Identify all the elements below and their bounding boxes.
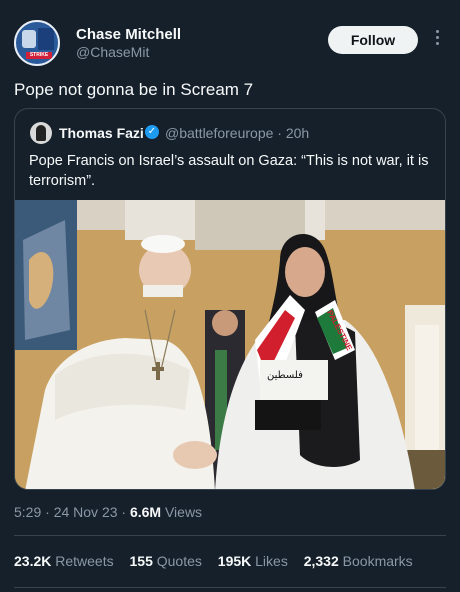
retweets-label: Retweets [55, 553, 114, 569]
engagement-stats: 23.2K Retweets 155 Quotes 195K Likes 2,3… [14, 553, 425, 569]
scarf-arabic-text: فلسطين [267, 370, 303, 381]
tweet-text: Pope not gonna be in Scream 7 [14, 80, 254, 99]
divider [14, 587, 446, 588]
quoted-tweet[interactable]: Thomas Fazi ✓ @battleforeurope · 20h Pop… [14, 108, 446, 490]
quotes-count: 155 [129, 553, 153, 569]
likes-stat[interactable]: 195K Likes [218, 553, 288, 569]
quoted-author-name[interactable]: Thomas Fazi [59, 125, 144, 141]
quoted-author-avatar[interactable] [30, 122, 52, 144]
author-avatar[interactable]: STRIKE [14, 20, 60, 66]
author-handle[interactable]: @ChaseMit [76, 44, 149, 60]
views-label: Views [164, 504, 203, 520]
divider [14, 535, 446, 536]
quoted-tweet-photo[interactable]: PALESTINE فلسطين [15, 200, 445, 489]
author-name[interactable]: Chase Mitchell [76, 26, 181, 43]
photo-illustration: PALESTINE فلسطين [15, 200, 445, 489]
more-options-icon[interactable] [434, 28, 440, 48]
tweet-time[interactable]: 5:29 · 24 Nov 23 · [14, 504, 126, 520]
follow-button[interactable]: Follow [328, 26, 418, 54]
quoted-tweet-time: · 20h [277, 125, 310, 141]
tweet-timestamp: 5:29 · 24 Nov 23 · 6.6M Views [14, 504, 202, 520]
likes-count: 195K [217, 553, 252, 569]
tweet-header: STRIKE Chase Mitchell @ChaseMit Follow [14, 20, 446, 70]
quotes-stat[interactable]: 155 Quotes [130, 553, 202, 569]
quotes-label: Quotes [156, 553, 202, 569]
avatar-label: STRIKE [26, 52, 52, 59]
views-count: 6.6M [129, 504, 162, 520]
likes-label: Likes [255, 553, 288, 569]
quoted-tweet-text: Pope Francis on Israel’s assault on Gaza… [29, 153, 429, 189]
quoted-author-meta: @battleforeurope · 20h [165, 125, 309, 141]
retweets-count: 23.2K [14, 553, 52, 569]
bookmarks-label: Bookmarks [342, 553, 413, 569]
retweets-stat[interactable]: 23.2K Retweets [14, 553, 114, 569]
quoted-author-handle[interactable]: @battleforeurope [165, 125, 273, 141]
bookmarks-count: 2,332 [303, 553, 339, 569]
verified-badge-icon: ✓ [145, 125, 159, 139]
bookmarks-stat[interactable]: 2,332 Bookmarks [304, 553, 413, 569]
